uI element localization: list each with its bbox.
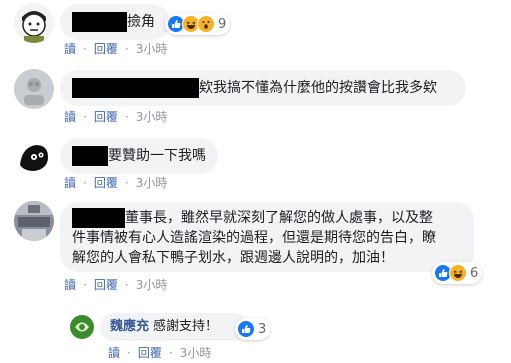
comment-text: 要贊助一下我嗎 (108, 148, 206, 164)
timestamp[interactable]: 3小時 (136, 276, 168, 293)
timestamp[interactable]: 3小時 (136, 108, 168, 125)
reaction-count: 6 (470, 265, 479, 281)
timestamp[interactable]: 3小時 (136, 174, 168, 191)
redacted-name (72, 208, 125, 228)
reply-link[interactable]: 回覆 (138, 344, 162, 361)
comment-bubble: 撿角 (60, 4, 170, 40)
read-link[interactable]: 讀 (64, 40, 76, 57)
reply-link[interactable]: 回覆 (94, 40, 118, 57)
avatar[interactable] (14, 69, 54, 109)
read-link[interactable]: 讀 (64, 108, 76, 125)
read-link[interactable]: 讀 (64, 276, 76, 293)
reaction-count: 3 (258, 321, 267, 337)
comment-text: 欸我搞不懂為什麼他的按讚會比我多欸 (199, 80, 437, 96)
comment-bubble: 魏應充 感謝支持！ (100, 313, 248, 341)
commenter-name[interactable]: 魏應充 (110, 317, 149, 337)
read-link[interactable]: 讀 (108, 344, 120, 361)
avatar[interactable] (14, 3, 54, 43)
reply-link[interactable]: 回覆 (94, 174, 118, 191)
comment-text-line-3: 解您的人會私下鴨子划水，跟週邊人說明的，加油！ (72, 250, 394, 266)
reply-link[interactable]: 回覆 (94, 276, 118, 293)
redacted-name (72, 146, 108, 166)
reaction-summary[interactable]: 9 (165, 13, 231, 35)
read-link[interactable]: 讀 (64, 174, 76, 191)
comment-text-line-2: 件事情被有心人造謠渲染的過程，但還是期待您的告白，瞭 (72, 230, 436, 246)
redacted-name (72, 12, 127, 32)
avatar[interactable] (14, 137, 54, 177)
avatar[interactable] (14, 201, 54, 241)
timestamp[interactable]: 3小時 (136, 40, 168, 57)
cartoon-face-icon (14, 3, 54, 43)
avatar[interactable] (68, 313, 96, 341)
comment-actions: 讀 · 回覆 · 3小時 (64, 174, 168, 191)
wow-icon (197, 15, 215, 33)
comment-bubble: 欸我搞不懂為什麼他的按讚會比我多欸 (60, 70, 466, 106)
reaction-summary[interactable]: 3 (235, 318, 271, 340)
comment-text-line-1: 董事長，雖然早就深刻了解您的做人處事，以及整 (125, 210, 433, 226)
like-icon (237, 320, 255, 338)
comment-actions: 讀 · 回覆 · 3小時 (108, 344, 212, 361)
comment-actions: 讀 · 回覆 · 3小時 (64, 276, 168, 293)
dark-creature-icon (14, 137, 54, 177)
haha-icon (449, 264, 467, 282)
reply-link[interactable]: 回覆 (94, 108, 118, 125)
grey-pattern-icon (14, 69, 54, 109)
redacted-name (72, 78, 199, 98)
comment-actions: 讀 · 回覆 · 3小時 (64, 108, 168, 125)
comment-bubble: 要贊助一下我嗎 (60, 138, 218, 174)
reaction-count: 9 (218, 16, 227, 32)
reaction-summary[interactable]: 6 (432, 262, 483, 284)
timestamp[interactable]: 3小時 (180, 344, 212, 361)
comment-text: 撿角 (127, 14, 155, 30)
comment-bubble: 董事長，雖然早就深刻了解您的做人處事，以及整 件事情被有心人造謠渲染的過程，但還… (60, 202, 474, 272)
green-logo-icon (68, 313, 96, 341)
photo-avatar-icon (14, 201, 54, 241)
comment-actions: 讀 · 回覆 · 3小時 (64, 40, 168, 57)
comment-text: 感謝支持！ (153, 319, 219, 334)
